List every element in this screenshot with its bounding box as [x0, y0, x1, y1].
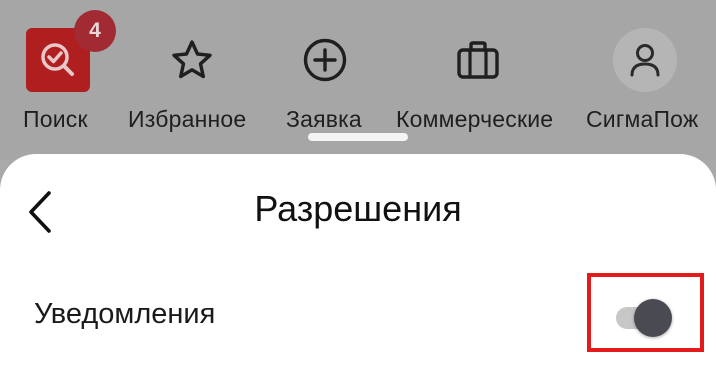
search-tile: 4	[26, 10, 116, 92]
notifications-toggle[interactable]	[614, 299, 676, 337]
user-icon	[630, 44, 660, 77]
sheet-grabber[interactable]	[308, 133, 408, 141]
nav-label-request: Заявка	[286, 106, 362, 132]
nav-label-search: Поиск	[23, 106, 88, 132]
search-check-icon	[41, 43, 74, 76]
nav-label-commercial: Коммерческие	[396, 106, 554, 132]
star-icon	[172, 40, 212, 79]
notification-badge: 4	[74, 10, 116, 52]
nav-label-favorites: Избранное	[128, 106, 247, 132]
toggle-knob	[634, 299, 672, 337]
briefcase-icon	[457, 41, 499, 79]
notifications-label: Уведомления	[34, 298, 216, 330]
permissions-sheet: Разрешения Уведомления	[0, 154, 716, 386]
page-title: Разрешения	[254, 188, 462, 229]
avatar	[613, 28, 677, 92]
nav-label-profile: СигмаПож	[586, 106, 699, 132]
plus-circle-icon	[303, 38, 347, 82]
